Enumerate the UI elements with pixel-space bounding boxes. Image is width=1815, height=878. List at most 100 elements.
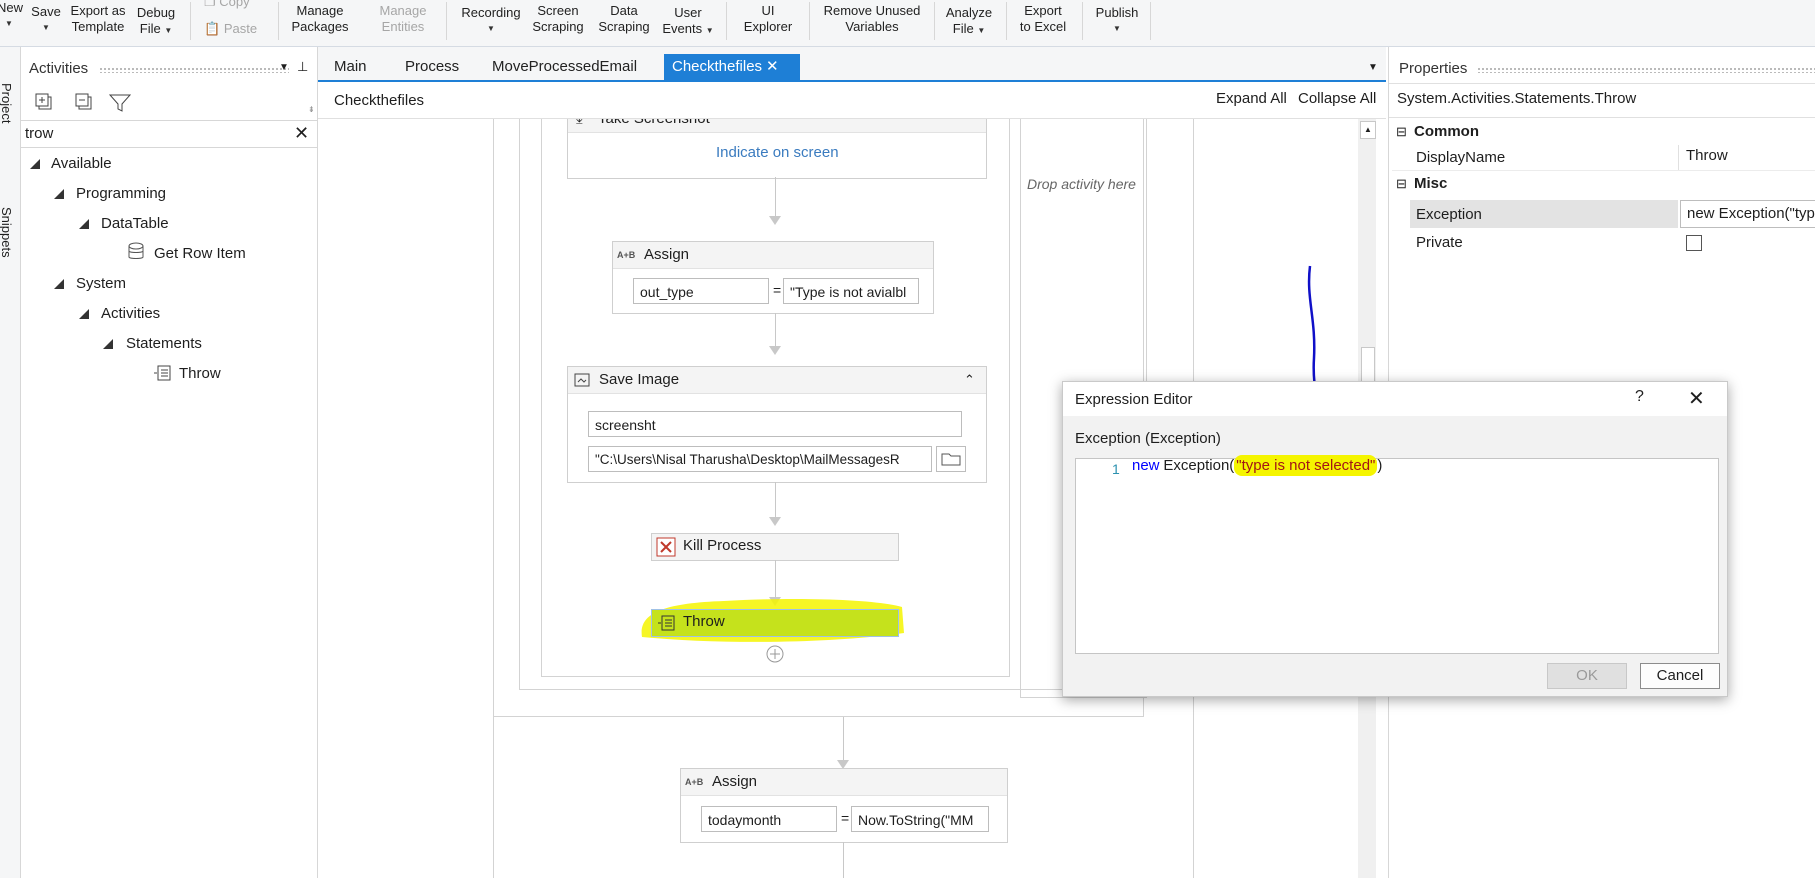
property-exception[interactable]: Exception new Exception("type bbox=[1392, 200, 1815, 228]
save-image-activity[interactable]: Save Image ⌃ screensht "C:\Users\Nisal T… bbox=[567, 366, 987, 483]
collapse-all-icon[interactable] bbox=[75, 93, 95, 113]
debug-label-1: Debug bbox=[136, 5, 176, 20]
expand-triangle-icon[interactable] bbox=[79, 309, 89, 319]
save-image-source-field[interactable]: screensht bbox=[588, 411, 962, 437]
assign-title: Assign bbox=[644, 246, 690, 263]
exception-value-field[interactable]: new Exception("type bbox=[1680, 200, 1815, 228]
assign-value-field[interactable]: Now.ToString("MM bbox=[851, 806, 989, 832]
tab-process[interactable]: Process bbox=[397, 54, 467, 80]
displayname-value[interactable]: Throw bbox=[1686, 143, 1728, 168]
expand-all-icon[interactable] bbox=[35, 93, 55, 113]
filter-icon[interactable] bbox=[109, 93, 131, 113]
remove-unused-variables-button[interactable]: Remove Unused Variables bbox=[818, 3, 926, 47]
browse-folder-icon[interactable] bbox=[936, 446, 966, 472]
chevron-down-icon: ▼ bbox=[5, 19, 13, 28]
kill-process-activity[interactable]: Kill Process bbox=[651, 533, 899, 561]
search-box[interactable]: trow ✕ bbox=[21, 120, 317, 148]
debug-file-button[interactable]: Debug File ▼ bbox=[134, 5, 178, 49]
breadcrumb[interactable]: Checkthefiles bbox=[334, 92, 424, 109]
assign-to-field[interactable]: out_type bbox=[633, 278, 769, 304]
copy-icon: ❐ bbox=[204, 0, 216, 9]
add-activity-icon[interactable] bbox=[765, 644, 785, 664]
assign-value-field[interactable]: "Type is not avialbl bbox=[783, 278, 919, 304]
export-to-excel-button[interactable]: Export to Excel bbox=[1014, 3, 1072, 47]
ribbon-separator bbox=[1150, 2, 1151, 40]
take-screenshot-title: Take Screenshot bbox=[598, 119, 710, 132]
tab-moveprocessedemail[interactable]: MoveProcessedEmail bbox=[484, 54, 645, 80]
tab-checkthefiles[interactable]: Checkthefiles ✕ bbox=[664, 54, 800, 80]
tab-main[interactable]: Main bbox=[326, 54, 375, 80]
chevron-down-icon[interactable]: ▼ bbox=[279, 62, 289, 73]
property-displayname[interactable]: DisplayName Throw bbox=[1392, 145, 1815, 171]
recording-button[interactable]: Recording ▼ bbox=[456, 5, 526, 49]
tree-item-activities[interactable]: Activities bbox=[101, 305, 160, 322]
screen-scraping-button[interactable]: Screen Scraping bbox=[530, 3, 586, 47]
user-events-button[interactable]: User Events ▼ bbox=[662, 5, 714, 49]
take-screenshot-activity[interactable]: ⤓ Take Screenshot ⌃ Indicate on screen bbox=[567, 119, 987, 179]
tree-item-programming[interactable]: Programming bbox=[76, 185, 166, 202]
ribbon-toolbar: New ▼ Save ▼ Export as Template Debug File ▼… bbox=[0, 0, 1815, 47]
ui-explorer-button[interactable]: UI Explorer bbox=[738, 3, 798, 47]
cancel-button[interactable]: Cancel bbox=[1640, 663, 1720, 689]
expand-triangle-icon[interactable] bbox=[30, 159, 40, 169]
ribbon-separator bbox=[278, 2, 279, 40]
publish-button[interactable]: Publish ▼ bbox=[1090, 5, 1144, 49]
assign-to-field[interactable]: todaymonth bbox=[701, 806, 837, 832]
throw-activity[interactable]: Throw bbox=[651, 609, 899, 637]
tree-item-available[interactable]: Available bbox=[51, 155, 112, 172]
pin-icon[interactable]: ⊥ bbox=[297, 59, 308, 75]
save-image-path-field[interactable]: "C:\Users\Nisal Tharusha\Desktop\MailMes… bbox=[588, 446, 932, 472]
expand-triangle-icon[interactable] bbox=[54, 189, 64, 199]
clear-search-icon[interactable]: ✕ bbox=[294, 123, 309, 144]
exception-label: Exception bbox=[1416, 206, 1482, 223]
category-common[interactable]: ⊟ Common bbox=[1392, 119, 1815, 144]
collapse-icon[interactable]: ⌃ bbox=[966, 119, 976, 132]
expand-triangle-icon[interactable] bbox=[103, 339, 113, 349]
data-scraping-button[interactable]: Data Scraping bbox=[596, 3, 652, 47]
close-tab-icon[interactable]: ✕ bbox=[766, 54, 779, 80]
expand-triangle-icon[interactable] bbox=[54, 279, 64, 289]
assign-icon: A+B bbox=[617, 250, 636, 260]
analyze-file-button[interactable]: Analyze File ▼ bbox=[942, 5, 996, 49]
tab-overflow-icon[interactable]: ▼ bbox=[1368, 62, 1378, 73]
ok-button[interactable]: OK bbox=[1547, 663, 1627, 689]
category-misc[interactable]: ⊟ Misc bbox=[1392, 171, 1815, 196]
tab-checkthefiles-label: Checkthefiles bbox=[672, 58, 763, 75]
collapse-icon[interactable]: ⌃ bbox=[964, 367, 975, 393]
assign-activity-1[interactable]: A+B Assign out_type = "Type is not avial… bbox=[612, 241, 934, 314]
export-template-button[interactable]: Export as Template bbox=[68, 3, 128, 47]
database-icon bbox=[128, 242, 144, 259]
tree-item-system[interactable]: System bbox=[76, 275, 126, 292]
flow-arrow-icon bbox=[769, 216, 781, 225]
project-tab[interactable]: Project bbox=[0, 83, 14, 123]
help-button[interactable]: ? bbox=[1635, 388, 1644, 406]
manage-entities-button[interactable]: Manage Entities bbox=[372, 3, 434, 47]
collapse-category-icon[interactable]: ⊟ bbox=[1396, 171, 1407, 196]
screenshot-icon: ⤓ bbox=[576, 119, 583, 132]
tree-item-throw[interactable]: Throw bbox=[179, 365, 221, 382]
scroll-up-icon[interactable]: ▲ bbox=[1360, 121, 1376, 139]
expression-editor-input[interactable]: 1 new Exception("type is not selected") bbox=[1075, 455, 1719, 654]
private-checkbox[interactable] bbox=[1686, 235, 1702, 251]
save-button[interactable]: Save ▼ bbox=[31, 4, 61, 48]
new-button[interactable]: New ▼ bbox=[0, 0, 23, 44]
snippets-tab[interactable]: Snippets bbox=[0, 207, 14, 258]
close-icon[interactable]: ✕ bbox=[1688, 386, 1705, 411]
publish-label: Publish bbox=[1095, 5, 1139, 20]
property-private[interactable]: Private bbox=[1392, 230, 1815, 255]
exception-value: new Exception("type bbox=[1687, 205, 1815, 222]
expand-all-link[interactable]: Expand All bbox=[1216, 90, 1287, 107]
expand-triangle-icon[interactable] bbox=[79, 219, 89, 229]
indicate-on-screen-link[interactable]: Indicate on screen bbox=[716, 144, 839, 161]
collapse-category-icon[interactable]: ⊟ bbox=[1396, 119, 1407, 144]
container-border bbox=[541, 676, 1009, 677]
manage-packages-button[interactable]: Manage Packages bbox=[287, 3, 353, 47]
tree-item-statements[interactable]: Statements bbox=[126, 335, 202, 352]
collapse-all-link[interactable]: Collapse All bbox=[1298, 90, 1376, 107]
assign-activity-2[interactable]: A+B Assign todaymonth = Now.ToString("MM bbox=[680, 768, 1008, 843]
chevron-down-icon: ▼ bbox=[42, 23, 50, 32]
category-misc-label: Misc bbox=[1414, 175, 1448, 192]
search-input[interactable]: trow bbox=[25, 125, 53, 142]
tree-item-get-row-item[interactable]: Get Row Item bbox=[154, 245, 246, 262]
tree-item-datatable[interactable]: DataTable bbox=[101, 215, 169, 232]
